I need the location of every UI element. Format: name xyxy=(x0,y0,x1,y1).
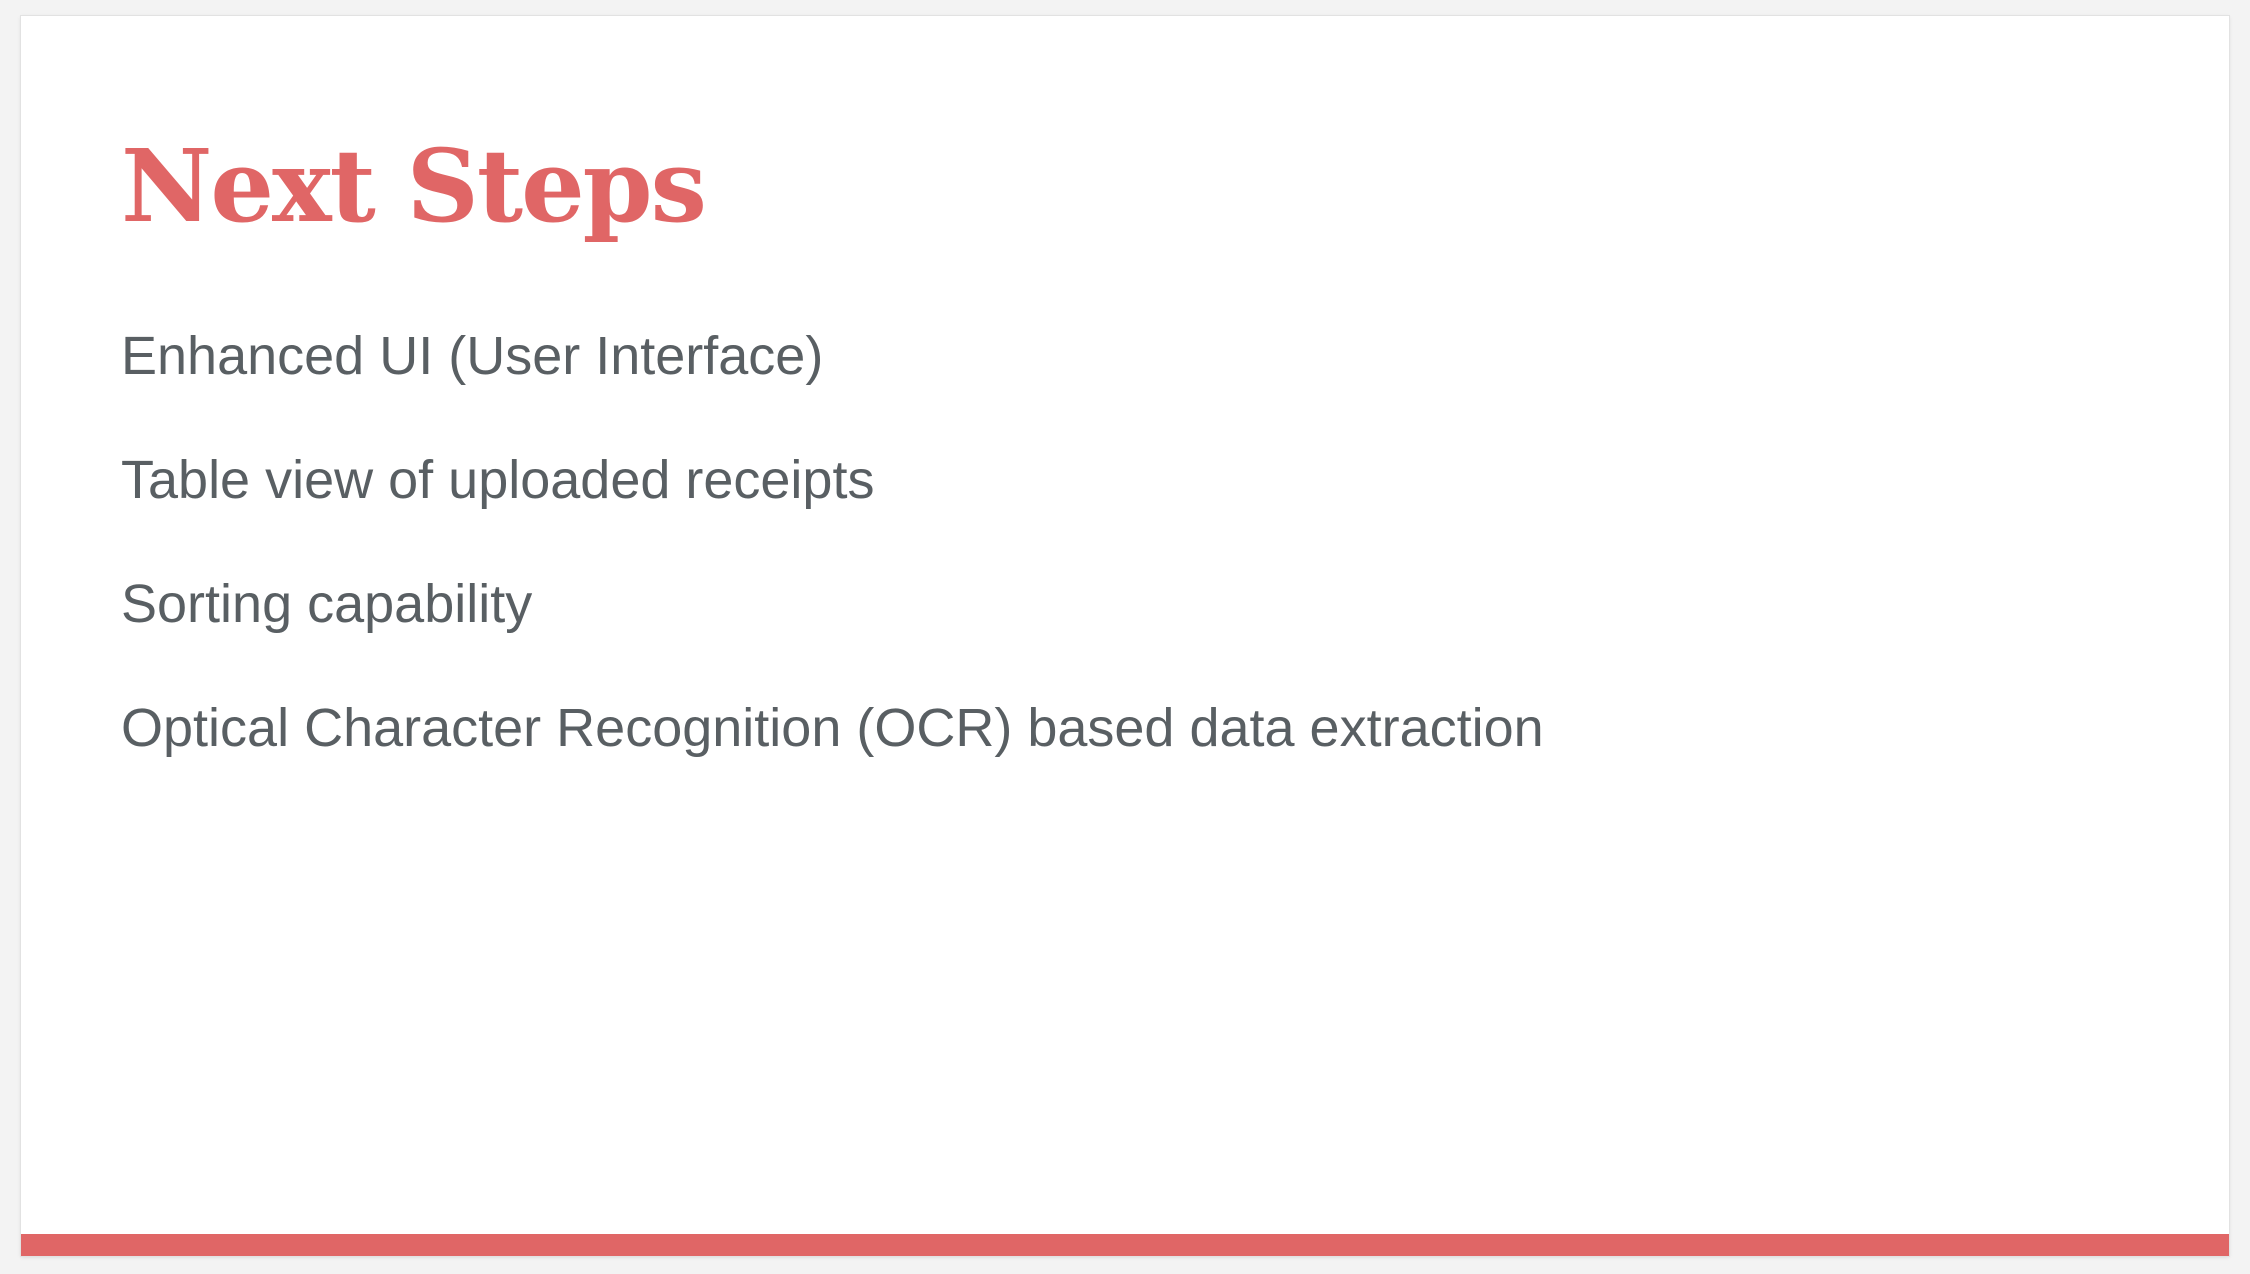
accent-bar xyxy=(21,1234,2229,1256)
bullet-list: Enhanced UI (User Interface) Table view … xyxy=(121,324,1544,820)
slide: Next Steps Enhanced UI (User Interface) … xyxy=(21,16,2229,1256)
list-item: Optical Character Recognition (OCR) base… xyxy=(121,698,1544,758)
slide-title: Next Steps xyxy=(121,127,707,245)
list-item: Table view of uploaded receipts xyxy=(121,450,875,510)
list-item: Sorting capability xyxy=(121,574,533,634)
list-item: Enhanced UI (User Interface) xyxy=(121,326,824,386)
